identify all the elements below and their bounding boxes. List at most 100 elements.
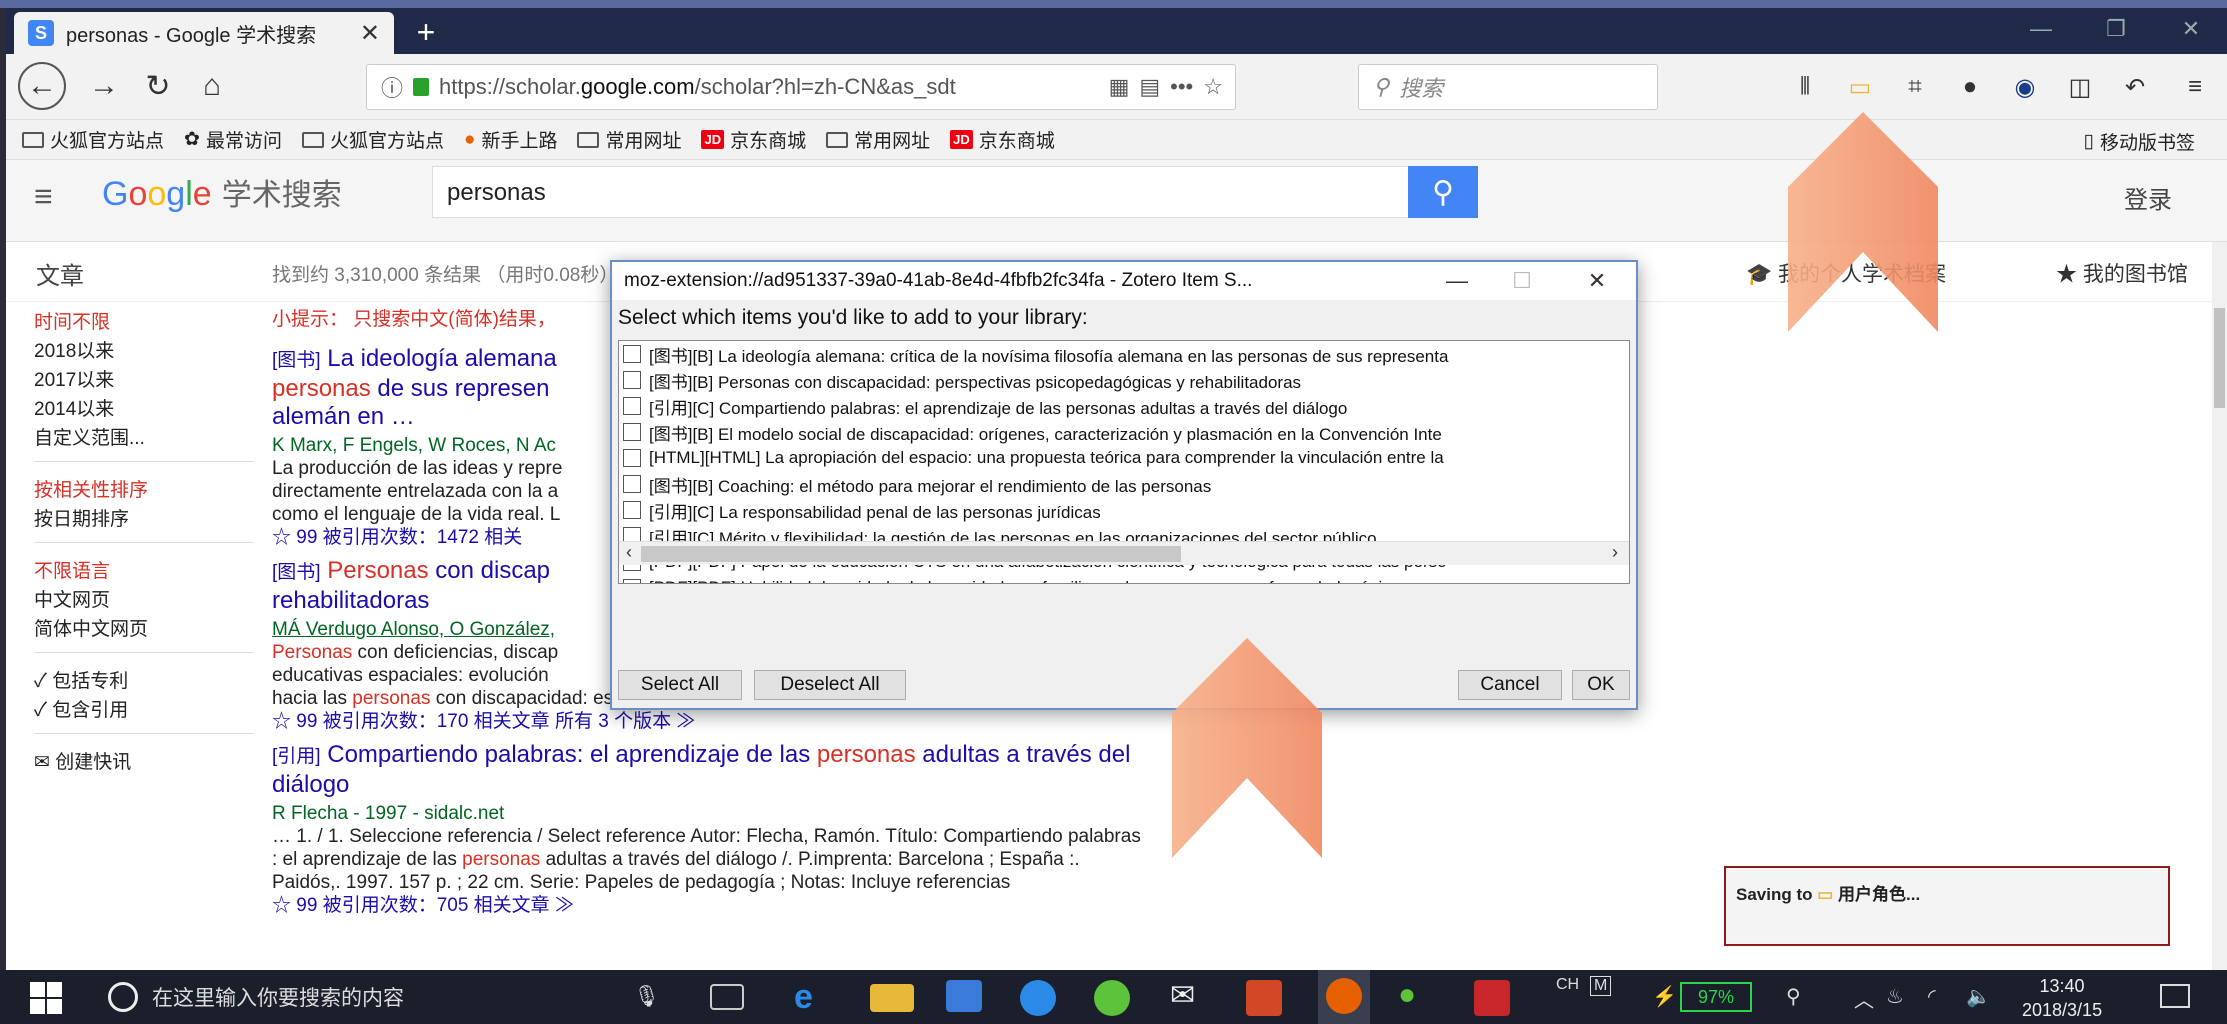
ime-indicator[interactable]: CH <box>1556 976 1579 994</box>
forward-button[interactable]: → <box>82 64 126 108</box>
windows-start-icon[interactable] <box>30 982 62 1014</box>
menu-icon[interactable]: ≡ <box>2176 68 2214 106</box>
powerpoint-icon[interactable] <box>1246 980 1282 1016</box>
deselect-all-button[interactable]: Deselect All <box>754 670 906 700</box>
scholar-logo[interactable]: Google 学术搜索 <box>102 170 342 214</box>
mail-icon[interactable]: ✉ <box>1170 978 1214 1018</box>
scholar-search-button[interactable]: ⚲ <box>1408 166 1478 218</box>
scroll-left-icon[interactable]: ‹ <box>619 542 639 566</box>
item-checkbox[interactable] <box>623 475 641 493</box>
crop-icon[interactable]: ⌗ <box>1896 68 1934 106</box>
tab-scholar[interactable]: S personas - Google 学术搜索 ✕ <box>14 12 394 54</box>
item-checkbox[interactable] <box>623 579 641 583</box>
sidebar-icon[interactable]: ◫ <box>2061 68 2099 106</box>
page-actions-icon[interactable]: ••• <box>1170 74 1193 100</box>
filter-custom-range[interactable]: 自定义范围... <box>34 424 254 453</box>
minimize-window-button[interactable]: — <box>2011 16 2071 46</box>
filter-since-2014[interactable]: 2014以来 <box>34 395 254 424</box>
create-alert-link[interactable]: ✉ 创建快讯 <box>34 748 254 777</box>
ok-button[interactable]: OK <box>1572 670 1630 700</box>
scrollbar-thumb[interactable] <box>641 546 1181 562</box>
back-button[interactable]: ← <box>18 62 66 110</box>
zotero-item-row[interactable]: [图书][B] Personas con discapacidad: persp… <box>619 367 1629 393</box>
articles-label[interactable]: 文章 <box>36 256 84 291</box>
library-icon[interactable]: ⫴ <box>1786 68 1824 106</box>
zotero-item-row[interactable]: [PDF][PDF] Habilidad de cuidado de los c… <box>619 575 1629 583</box>
hamburger-menu-icon[interactable]: ≡ <box>34 178 78 222</box>
browser-360-icon[interactable] <box>1094 980 1130 1016</box>
mobile-bookmarks[interactable]: ▯ 移动版书签 <box>2084 128 2195 155</box>
filter-time-any[interactable]: 时间不限 <box>34 308 254 337</box>
show-hidden-icons-icon[interactable]: ︿ <box>1854 984 1874 1013</box>
taskbar-clock[interactable]: 13:40 2018/3/15 <box>2022 974 2102 1022</box>
filter-since-2017[interactable]: 2017以来 <box>34 366 254 395</box>
item-checkbox[interactable] <box>623 371 641 389</box>
people-icon[interactable]: ⚲ <box>1786 984 1801 1009</box>
battery-indicator[interactable]: 97% <box>1680 982 1752 1012</box>
wifi-icon[interactable]: ◜ <box>1928 984 1936 1009</box>
zotero-item-row[interactable]: [引用][C] Compartiendo palabras: el aprend… <box>619 393 1629 419</box>
login-link[interactable]: 登录 <box>2124 180 2172 215</box>
filter-since-2018[interactable]: 2018以来 <box>34 337 254 366</box>
qr-code-icon[interactable]: ▦ <box>1109 74 1130 100</box>
new-tab-button[interactable]: + <box>406 12 446 52</box>
microphone-icon[interactable]: 🎙 <box>633 985 660 1009</box>
wechat-icon[interactable]: ● <box>1398 978 1442 1018</box>
restore-window-button[interactable]: ❐ <box>2086 16 2146 46</box>
item-checkbox[interactable] <box>623 449 641 467</box>
bookmark-item[interactable]: 常用网址 <box>826 126 930 153</box>
lang-cn-simplified[interactable]: 简体中文网页 <box>34 615 254 644</box>
lang-any[interactable]: 不限语言 <box>34 557 254 586</box>
cancel-button[interactable]: Cancel <box>1458 670 1562 700</box>
zotero-item-row[interactable]: [图书][B] Coaching: el método para mejorar… <box>619 471 1629 497</box>
bookmark-item[interactable]: JD 京东商城 <box>950 126 1055 153</box>
chat-icon[interactable]: ● <box>1951 68 1989 106</box>
page-scrollbar-thumb[interactable] <box>2214 308 2225 408</box>
undo-icon[interactable]: ↶ <box>2116 68 2154 106</box>
task-view-icon[interactable] <box>710 984 744 1010</box>
bookmark-item[interactable]: 火狐官方站点 <box>22 126 164 153</box>
scroll-right-icon[interactable]: › <box>1605 542 1625 566</box>
home-button[interactable]: ⌂ <box>190 64 234 108</box>
zotero-item-row[interactable]: [引用][C] La responsabilidad penal de las … <box>619 497 1629 523</box>
sort-relevance[interactable]: 按相关性排序 <box>34 476 254 505</box>
app-tray-icon[interactable]: ♨ <box>1886 984 1904 1009</box>
my-library-link[interactable]: ★ 我的图书馆 <box>2056 258 2188 288</box>
scholar-search-input[interactable]: personas <box>432 166 1432 218</box>
url-bar[interactable]: ⓘ https://scholar.google.com/scholar?hl=… <box>366 64 1236 110</box>
browser-search-input[interactable]: ⚲ 搜索 <box>1358 64 1658 110</box>
close-tab-icon[interactable]: ✕ <box>360 19 380 48</box>
info-icon[interactable]: ⓘ <box>381 71 403 103</box>
item-checkbox[interactable] <box>623 501 641 519</box>
bookmark-item[interactable]: 火狐官方站点 <box>301 126 444 153</box>
zotero-folder-icon[interactable]: ▭ <box>1841 68 1879 106</box>
pocket-icon[interactable]: ◉ <box>2006 68 2044 106</box>
select-all-button[interactable]: Select All <box>618 670 742 700</box>
action-center-icon[interactable] <box>2160 984 2190 1008</box>
include-citations-checkbox[interactable]: ✓ 包含引用 <box>34 696 254 725</box>
lang-cn-web[interactable]: 中文网页 <box>34 586 254 615</box>
taskbar-search[interactable]: 在这里输入你要搜索的内容 🎙 <box>100 976 660 1018</box>
item-checkbox[interactable] <box>623 423 641 441</box>
item-checkbox[interactable] <box>623 397 641 415</box>
include-patents-checkbox[interactable]: ✓ 包括专利 <box>34 667 254 696</box>
zotero-app-icon[interactable] <box>1474 980 1510 1016</box>
zotero-item-row[interactable]: [图书][B] La ideología alemana: crítica de… <box>619 341 1629 367</box>
bookmark-item[interactable]: 常用网址 <box>577 126 681 153</box>
reader-view-icon[interactable]: ▤ <box>1139 74 1160 100</box>
file-explorer-icon[interactable] <box>870 984 914 1012</box>
volume-icon[interactable]: 🔈 <box>1966 984 1991 1009</box>
ime-mode-icon[interactable]: M <box>1590 976 1612 996</box>
reload-button[interactable]: ↻ <box>136 64 180 108</box>
zotero-item-row[interactable]: [HTML][HTML] La apropiación del espacio:… <box>619 445 1629 471</box>
edge-icon[interactable]: e <box>794 978 838 1018</box>
item-checkbox[interactable] <box>623 345 641 363</box>
power-plug-icon[interactable]: ⚡ <box>1652 984 1677 1009</box>
bookmark-item[interactable]: ✿ 最常访问 <box>184 126 282 153</box>
bookmark-item[interactable]: JD 京东商城 <box>701 126 806 153</box>
dialog-close-button[interactable]: ✕ <box>1572 262 1622 300</box>
close-window-button[interactable]: ✕ <box>2161 16 2221 46</box>
store-icon[interactable] <box>946 980 982 1012</box>
firefox-taskbar-button[interactable] <box>1318 970 1370 1024</box>
horizontal-scrollbar[interactable]: ‹ › <box>619 541 1629 565</box>
